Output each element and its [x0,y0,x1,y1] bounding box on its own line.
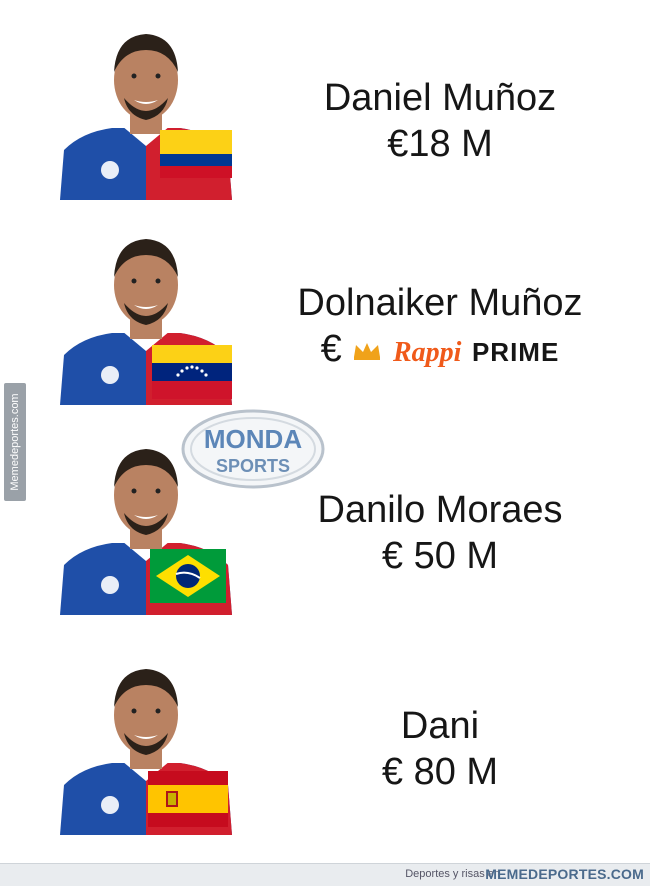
row-3: Danilo Moraes € 50 M [0,435,650,620]
crown-icon [354,343,381,360]
player-price-4: € 80 M [381,751,499,793]
caption-4: Dani € 80 M [250,703,630,795]
caption-2: Dolnaiker Muñoz € Rappi PRIME [250,280,630,376]
row-4: Dani € 80 M [0,655,650,840]
player-photo-2 [52,225,240,405]
player-name-1: Daniel Muñoz [323,77,557,119]
row-1: Daniel Muñoz €18 M [0,20,650,205]
row-2: Dolnaiker Muñoz € Rappi PRIME [0,225,650,410]
rappi-logo: Rappi [392,337,462,368]
venezuela-flag [152,345,232,399]
player-name-4: Dani [400,705,480,747]
player-photo-4 [52,655,240,835]
player-price-1: €18 M [387,123,493,165]
euro-symbol: € [320,328,342,370]
prime-label: PRIME [471,337,560,367]
footer-bar: Deportes y risas en MEMEDEPORTES.COM [0,863,650,886]
rappi-prime-line: € Rappi PRIME [250,326,630,376]
brazil-flag [150,549,226,603]
player-photo-1 [52,20,240,200]
player-price-3: € 50 M [381,535,499,577]
player-name-3: Danilo Moraes [317,489,563,531]
caption-3: Danilo Moraes € 50 M [250,487,630,579]
player-name-2: Dolnaiker Muñoz [297,282,583,324]
player-photo-3 [52,435,240,615]
colombia-flag [160,130,232,178]
footer-site-link[interactable]: MEMEDEPORTES.COM [485,866,644,882]
spain-flag [148,771,228,827]
caption-1: Daniel Muñoz €18 M [250,75,630,167]
